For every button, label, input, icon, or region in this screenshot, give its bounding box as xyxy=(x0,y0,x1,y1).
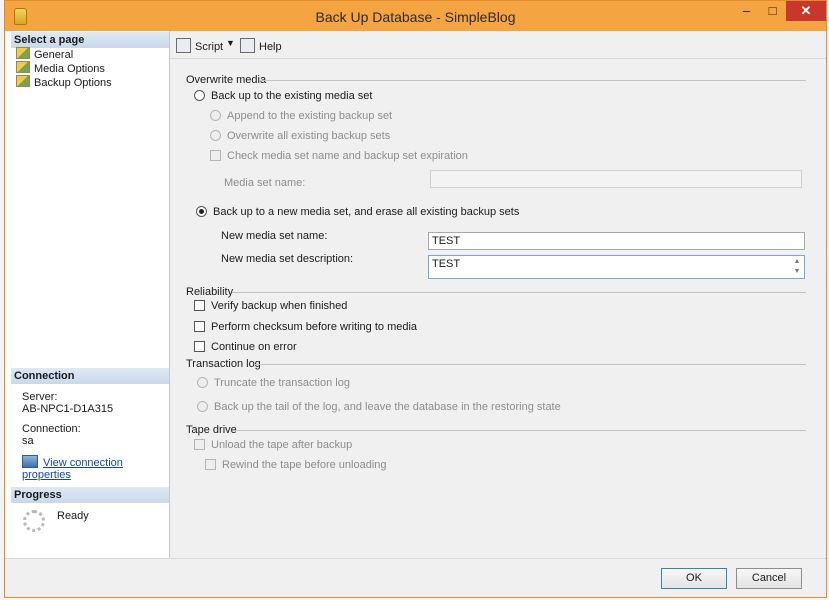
overwrite-media-label: Overwrite media xyxy=(186,74,267,86)
maximize-button[interactable]: □ xyxy=(759,1,786,21)
reliability-divider xyxy=(232,292,806,293)
transaction-log-divider xyxy=(254,364,806,365)
continue-on-error-label: Continue on error xyxy=(211,341,297,353)
progress-spinner-icon xyxy=(23,510,45,532)
progress-status: Ready xyxy=(57,510,89,522)
page-item-backup-options[interactable]: Backup Options xyxy=(16,75,112,89)
help-label: Help xyxy=(259,41,282,53)
check-expiration-option: Check media set name and backup set expi… xyxy=(210,150,468,163)
new-media-set-radio[interactable] xyxy=(196,206,207,217)
page-icon xyxy=(16,61,30,73)
new-media-set-description-text: TEST xyxy=(432,258,461,270)
server-value: AB-NPC1-D1A315 xyxy=(22,403,114,415)
perform-checksum-checkbox[interactable] xyxy=(194,321,205,332)
append-backup-set-option: Append to the existing backup set xyxy=(210,110,392,123)
new-media-set-name-input[interactable] xyxy=(428,232,805,250)
new-media-set-description-label: New media set description: xyxy=(221,253,354,265)
window-title: Back Up Database - SimpleBlog xyxy=(315,9,516,25)
overwrite-media-divider xyxy=(260,80,806,81)
help-button[interactable]: Help xyxy=(240,38,282,53)
title-bar[interactable]: Back Up Database - SimpleBlog – □ ✕ xyxy=(5,1,826,31)
verify-backup-checkbox[interactable] xyxy=(194,300,205,311)
script-button[interactable]: Script xyxy=(176,38,223,53)
description-scroll-arrows-icon[interactable]: ▲ ▼ xyxy=(792,257,802,277)
help-icon xyxy=(240,38,255,53)
page-icon xyxy=(16,47,30,59)
check-expiration-checkbox xyxy=(210,150,221,161)
unload-tape-checkbox xyxy=(194,439,205,450)
right-pane: Script ▼ Help Overwrite media Back up to… xyxy=(170,31,826,559)
page-item-media-options[interactable]: Media Options xyxy=(16,61,105,75)
new-media-set-description-input[interactable]: TEST ▲ ▼ xyxy=(428,255,805,279)
rewind-tape-option: Rewind the tape before unloading xyxy=(205,459,387,472)
append-backup-set-radio xyxy=(210,110,221,121)
backup-tail-log-label: Back up the tail of the log, and leave t… xyxy=(214,401,561,413)
ok-button[interactable]: OK xyxy=(661,568,727,589)
minimize-button[interactable]: – xyxy=(733,1,760,21)
page-item-label: Media Options xyxy=(34,63,105,75)
cancel-button[interactable]: Cancel xyxy=(736,568,802,589)
transaction-log-label: Transaction log xyxy=(186,358,261,370)
connection-value: sa xyxy=(22,435,34,447)
page-item-label: Backup Options xyxy=(34,77,112,89)
continue-on-error-option[interactable]: Continue on error xyxy=(194,341,297,354)
backup-database-window: Back Up Database - SimpleBlog – □ ✕ Sele… xyxy=(4,0,827,598)
rewind-tape-checkbox xyxy=(205,459,216,470)
connection-properties-icon xyxy=(22,455,38,468)
existing-media-set-label: Back up to the existing media set xyxy=(211,90,373,102)
backup-tail-log-option: Back up the tail of the log, and leave t… xyxy=(197,401,561,414)
view-connection-properties-link[interactable]: View connection properties xyxy=(22,455,169,481)
toolbar: Script ▼ Help xyxy=(170,31,826,59)
tape-drive-divider xyxy=(236,430,806,431)
overwrite-backup-sets-label: Overwrite all existing backup sets xyxy=(227,130,391,142)
truncate-log-option: Truncate the transaction log xyxy=(197,377,350,390)
new-media-set-name-label: New media set name: xyxy=(221,230,328,242)
tape-drive-label: Tape drive xyxy=(186,424,237,436)
page-item-general[interactable]: General xyxy=(16,47,73,61)
truncate-log-label: Truncate the transaction log xyxy=(214,377,350,389)
script-label: Script xyxy=(195,41,224,53)
connection-header: Connection xyxy=(11,368,169,384)
select-page-header: Select a page xyxy=(11,32,169,48)
truncate-log-radio xyxy=(197,377,208,388)
reliability-label: Reliability xyxy=(186,286,234,298)
media-set-name-label: Media set name: xyxy=(224,177,306,189)
close-button[interactable]: ✕ xyxy=(786,1,826,21)
connection-label: Connection: xyxy=(22,423,81,435)
dialog-footer: OK Cancel xyxy=(5,558,826,597)
new-media-set-option[interactable]: Back up to a new media set, and erase al… xyxy=(196,206,519,219)
overwrite-backup-sets-radio xyxy=(210,130,221,141)
rewind-tape-label: Rewind the tape before unloading xyxy=(222,459,387,471)
new-media-set-label: Back up to a new media set, and erase al… xyxy=(213,206,520,218)
left-pane: Select a page General Media Options Back… xyxy=(11,31,170,559)
media-set-name-input xyxy=(430,170,802,188)
progress-header: Progress xyxy=(11,487,169,503)
continue-on-error-checkbox[interactable] xyxy=(194,341,205,352)
script-dropdown-icon[interactable]: ▼ xyxy=(226,38,235,48)
overwrite-backup-sets-option: Overwrite all existing backup sets xyxy=(210,130,390,143)
perform-checksum-option[interactable]: Perform checksum before writing to media xyxy=(194,321,417,334)
verify-backup-option[interactable]: Verify backup when finished xyxy=(194,300,347,313)
script-icon xyxy=(176,38,191,53)
existing-media-set-radio[interactable] xyxy=(194,90,205,101)
unload-tape-option: Unload the tape after backup xyxy=(194,439,352,452)
backup-tail-log-radio xyxy=(197,401,208,412)
check-expiration-label: Check media set name and backup set expi… xyxy=(227,150,468,162)
unload-tape-label: Unload the tape after backup xyxy=(211,439,353,451)
verify-backup-label: Verify backup when finished xyxy=(211,300,348,312)
perform-checksum-label: Perform checksum before writing to media xyxy=(211,321,418,333)
append-backup-set-label: Append to the existing backup set xyxy=(227,110,393,122)
server-label: Server: xyxy=(22,391,58,403)
page-icon xyxy=(16,75,30,87)
existing-media-set-option[interactable]: Back up to the existing media set xyxy=(194,90,372,103)
page-item-label: General xyxy=(34,49,74,61)
